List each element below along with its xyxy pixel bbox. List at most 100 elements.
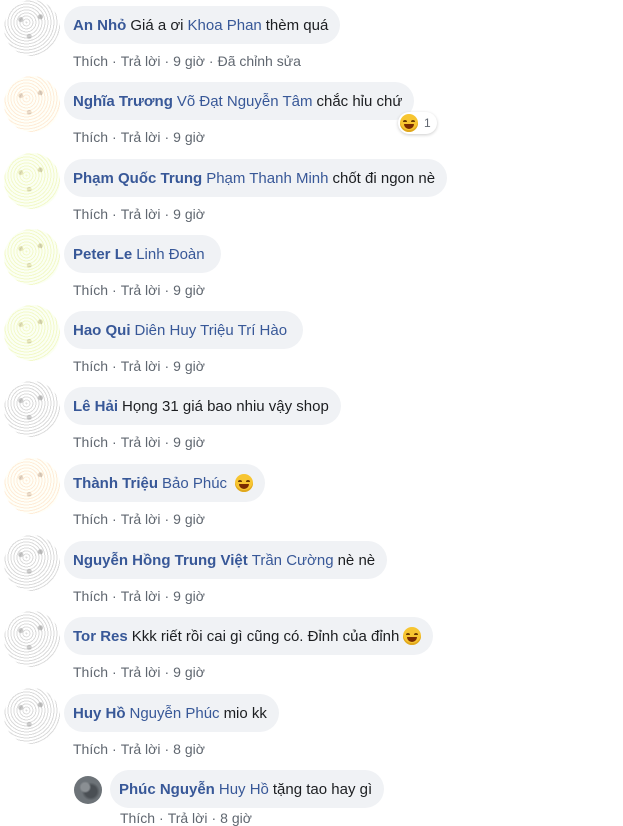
timestamp[interactable]: 8 giờ: [173, 741, 205, 757]
comment-bubble: Phạm Quốc Trung Phạm Thanh Minh chốt đi …: [64, 159, 448, 197]
comment-text: chắc hỉu chứ: [316, 92, 403, 110]
comment-actions: Thích · Trả lời · 9 giờ: [73, 358, 205, 374]
reply-link[interactable]: Trả lời: [168, 810, 208, 826]
timestamp[interactable]: 9 giờ: [173, 129, 205, 145]
comment-author[interactable]: Huy Hồ: [73, 705, 126, 722]
comment-text: Họng 31 giá bao nhiu vậy shop: [122, 397, 329, 415]
reply-link[interactable]: Trả lời: [121, 511, 161, 527]
comment-actions: Thích · Trả lời · 9 giờ: [73, 282, 205, 298]
like-link[interactable]: Thích: [73, 741, 108, 757]
comment-text: nè nè: [337, 551, 376, 569]
comment-bubble: Thành Triệu Bảo Phúc: [64, 464, 266, 502]
comment-text: Giá a ơi: [130, 16, 184, 34]
reply-link[interactable]: Trả lời: [121, 53, 161, 69]
comment-author[interactable]: An Nhỏ: [73, 17, 126, 34]
reply-link[interactable]: Trả lời: [121, 741, 161, 757]
comment-author[interactable]: Nghĩa Trương: [73, 93, 173, 110]
avatar[interactable]: [74, 776, 102, 804]
comment-text: thèm quá: [265, 16, 329, 34]
edited-label: Đã chỉnh sửa: [217, 53, 301, 69]
comment-mention[interactable]: Linh Đoàn: [136, 246, 204, 263]
timestamp[interactable]: 9 giờ: [173, 282, 205, 298]
avatar[interactable]: [4, 458, 60, 514]
laughing-tears-emoji-icon: [235, 474, 254, 492]
comment-actions: Thích · Trả lời · 9 giờ: [73, 664, 205, 680]
comment-bubble: An Nhỏ Giá a ơi Khoa Phan thèm quá: [64, 6, 341, 44]
avatar[interactable]: [4, 611, 60, 667]
comment-mention[interactable]: Bảo Phúc: [162, 475, 227, 492]
comment-bubble: Nguyễn Hồng Trung Việt Trần Cường nè nè: [64, 541, 388, 579]
timestamp[interactable]: 9 giờ: [173, 511, 205, 527]
comment-text: tặng tao hay gì: [272, 780, 373, 798]
like-link[interactable]: Thích: [73, 53, 108, 69]
comment-bubble: Tor Res Kkk riết rồi cai gì cũng có. Đỉn…: [64, 617, 434, 655]
like-link[interactable]: Thích: [73, 434, 108, 450]
reaction-count: 1: [424, 116, 431, 130]
comment-author[interactable]: Phúc Nguyễn: [119, 781, 215, 798]
comment-actions: Thích · Trả lời · 9 giờ · Đã chỉnh sửa: [73, 53, 301, 69]
like-link[interactable]: Thích: [73, 358, 108, 374]
comment-mention[interactable]: Khoa Phan: [188, 17, 262, 34]
like-link[interactable]: Thích: [73, 282, 108, 298]
timestamp[interactable]: 9 giờ: [173, 206, 205, 222]
comment-author[interactable]: Hao Qui: [73, 322, 131, 339]
avatar[interactable]: [4, 153, 60, 209]
comment-text: chốt đi ngon nè: [332, 169, 436, 187]
comment-mention[interactable]: Nguyễn Phúc: [130, 705, 220, 722]
avatar[interactable]: [4, 0, 60, 56]
comment-actions: Thích · Trả lời · 9 giờ: [73, 511, 205, 527]
avatar[interactable]: [4, 381, 60, 437]
comment-actions: Thích · Trả lời · 8 giờ: [73, 741, 205, 757]
comment-author[interactable]: Lê Hải: [73, 398, 118, 415]
timestamp[interactable]: 9 giờ: [173, 358, 205, 374]
reply-link[interactable]: Trả lời: [121, 358, 161, 374]
comment-author[interactable]: Peter Le: [73, 246, 132, 263]
timestamp[interactable]: 9 giờ: [173, 664, 205, 680]
like-link[interactable]: Thích: [73, 664, 108, 680]
like-link[interactable]: Thích: [73, 206, 108, 222]
comment-text: mio kk: [223, 704, 267, 722]
comment-author[interactable]: Thành Triệu: [73, 475, 158, 492]
comment-actions: Thích · Trả lời · 9 giờ: [73, 206, 205, 222]
comment-actions: Thích · Trả lời · 9 giờ: [73, 434, 205, 450]
comment-bubble: Peter Le Linh Đoàn: [64, 235, 221, 273]
comment-actions: Thích · Trả lời · 9 giờ: [73, 129, 205, 145]
like-link[interactable]: Thích: [73, 129, 108, 145]
comment-mention[interactable]: Diên Huy Triệu Trí Hào: [135, 322, 288, 339]
reaction-badge[interactable]: 1: [398, 112, 437, 134]
avatar[interactable]: [4, 688, 60, 744]
comment-author[interactable]: Nguyễn Hồng Trung Việt: [73, 552, 248, 569]
comment-bubble: Huy Hồ Nguyễn Phúc mio kk: [64, 694, 279, 732]
like-link[interactable]: Thích: [73, 511, 108, 527]
comment-mention[interactable]: Võ Đạt Nguyễn Tâm: [177, 93, 313, 110]
timestamp[interactable]: 9 giờ: [173, 588, 205, 604]
timestamp[interactable]: 9 giờ: [173, 434, 205, 450]
comment-bubble: Nghĩa Trương Võ Đạt Nguyễn Tâm chắc hỉu …: [64, 82, 415, 120]
avatar[interactable]: [4, 76, 60, 132]
reply-link[interactable]: Trả lời: [121, 588, 161, 604]
reply-link[interactable]: Trả lời: [121, 129, 161, 145]
comment-bubble: Phúc Nguyễn Huy Hồ tặng tao hay gì: [110, 770, 385, 808]
avatar[interactable]: [4, 535, 60, 591]
comment-mention[interactable]: Phạm Thanh Minh: [206, 170, 328, 187]
like-link[interactable]: Thích: [73, 588, 108, 604]
timestamp[interactable]: 9 giờ: [173, 53, 205, 69]
comment-bubble: Lê Hải Họng 31 giá bao nhiu vậy shop: [64, 387, 341, 425]
comment-mention[interactable]: Huy Hồ: [219, 781, 269, 798]
reply-link[interactable]: Trả lời: [121, 664, 161, 680]
timestamp[interactable]: 8 giờ: [220, 810, 252, 826]
reply-link[interactable]: Trả lời: [121, 206, 161, 222]
comment-text: Kkk riết rồi cai gì cũng có. Đỉnh của đỉ…: [131, 627, 400, 645]
reply-link[interactable]: Trả lời: [121, 282, 161, 298]
avatar[interactable]: [4, 305, 60, 361]
comment-mention[interactable]: Trần Cường: [252, 552, 334, 569]
laughing-emoji-icon: [400, 114, 418, 132]
comment-actions: Thích · Trả lời · 9 giờ: [73, 588, 205, 604]
grinning-emoji-icon: [403, 627, 422, 645]
comment-author[interactable]: Tor Res: [73, 628, 128, 645]
reply-link[interactable]: Trả lời: [121, 434, 161, 450]
avatar[interactable]: [4, 229, 60, 285]
comment-author[interactable]: Phạm Quốc Trung: [73, 170, 202, 187]
comment-bubble: Hao Qui Diên Huy Triệu Trí Hào: [64, 311, 304, 349]
like-link[interactable]: Thích: [120, 810, 155, 826]
